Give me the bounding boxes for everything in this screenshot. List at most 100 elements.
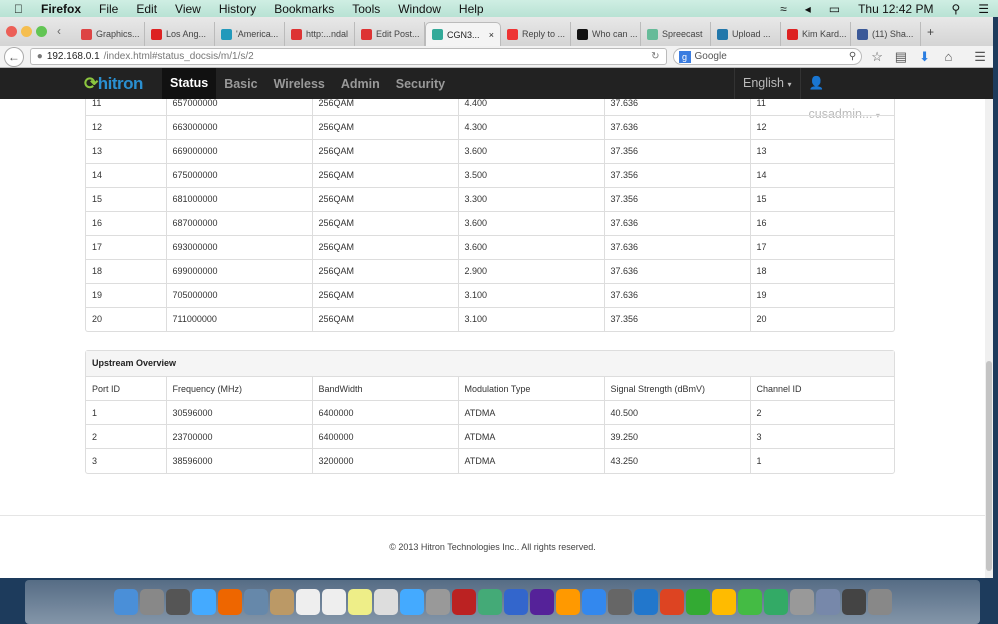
tab-5[interactable]: CGN3... × [425, 22, 501, 46]
tab-11[interactable]: (11) Sha... [851, 22, 921, 46]
dock-app-icon[interactable] [633, 589, 658, 615]
menu-icon[interactable]: ☰ [971, 49, 989, 65]
column-header: Channel ID [749, 376, 894, 401]
back-button[interactable]: ← [4, 46, 24, 67]
dock-app-icon[interactable] [841, 589, 866, 615]
menu-edit[interactable]: Edit [127, 2, 166, 16]
zoom-window-button[interactable] [36, 26, 47, 37]
table-cell: 256QAM [311, 306, 458, 331]
menu-view[interactable]: View [166, 2, 210, 16]
dock-app-icon[interactable] [737, 589, 762, 615]
tab-0[interactable]: Graphics... [75, 22, 145, 46]
menu-history[interactable]: History [210, 2, 265, 16]
dock-app-icon[interactable] [191, 589, 216, 615]
tab-1[interactable]: Los Ang... [145, 22, 215, 46]
tab-2[interactable]: 'America... [215, 22, 285, 46]
nav-admin[interactable]: Admin [333, 77, 388, 91]
tab-10[interactable]: Kim Kard... [781, 22, 851, 46]
minimize-window-button[interactable] [21, 26, 32, 37]
menu-tools[interactable]: Tools [343, 2, 389, 16]
dock-app-icon[interactable] [867, 589, 892, 615]
dock-app-icon[interactable] [503, 589, 528, 615]
dock-app-icon[interactable] [139, 589, 164, 615]
user-dropdown[interactable]: 👤 cusadmin... ▾ [799, 68, 896, 121]
dock-app-icon[interactable] [269, 589, 294, 615]
tab-scroll-left-icon[interactable]: ‹ [55, 24, 75, 46]
dock-app-icon[interactable] [165, 589, 190, 615]
apple-icon[interactable]:  [0, 2, 32, 16]
menu-file[interactable]: File [90, 2, 127, 16]
volume-icon[interactable]: ◂ [796, 2, 820, 16]
dock-app-icon[interactable] [113, 589, 138, 615]
dock-app-icon[interactable] [373, 589, 398, 615]
bookmark-star-icon[interactable]: ☆ [868, 49, 886, 65]
menu-app[interactable]: Firefox [32, 2, 90, 16]
table-cell: 16 [86, 210, 166, 235]
tab-6[interactable]: Reply to ... [501, 22, 571, 46]
url-input[interactable]: ● 192.168.0.1/index.html#status_docsis/m… [29, 48, 667, 65]
tab-bar: ‹ Graphics... Los Ang... 'America... http:.… [0, 17, 993, 46]
home-icon[interactable]: ⌂ [939, 49, 957, 64]
table-cell: 11 [92, 99, 102, 108]
dock-app-icon[interactable] [451, 589, 476, 615]
menu-bookmarks[interactable]: Bookmarks [265, 2, 343, 16]
favicon-icon [717, 28, 728, 40]
spotlight-icon[interactable]: ⚲ [942, 2, 969, 16]
notification-center-icon[interactable]: ☰ [969, 2, 998, 16]
new-tab-button[interactable]: + [921, 25, 940, 46]
search-input[interactable]: g Google ⚲ [672, 48, 863, 65]
table-cell: 2.900 [457, 258, 604, 283]
hitron-logo[interactable]: ⟳hitron [84, 74, 143, 94]
menu-window[interactable]: Window [389, 2, 450, 16]
clock[interactable]: Thu 12:42 PM [849, 2, 942, 16]
nav-security[interactable]: Security [388, 77, 453, 91]
tab-9[interactable]: Upload ... [711, 22, 781, 46]
close-tab-icon[interactable]: × [489, 30, 494, 40]
nav-status[interactable]: Status [162, 68, 217, 99]
dock-app-icon[interactable] [555, 589, 580, 615]
search-icon[interactable]: ⚲ [849, 51, 856, 62]
wifi-icon[interactable]: ≈ [771, 2, 796, 16]
tab-8[interactable]: Spreecast [641, 22, 711, 46]
table-cell: 4.300 [457, 114, 604, 139]
dock-app-icon[interactable] [425, 589, 450, 615]
table-cell: 3.300 [457, 186, 604, 211]
dock-app-icon[interactable] [607, 589, 632, 615]
dock-app-icon[interactable] [347, 589, 372, 615]
battery-icon[interactable]: ▭ [820, 2, 849, 16]
table-cell: 37.636 [603, 282, 750, 307]
menu-help[interactable]: Help [450, 2, 493, 16]
scrollbar[interactable] [985, 99, 993, 578]
scrollbar-thumb[interactable] [986, 361, 992, 571]
dock-app-icon[interactable] [295, 589, 320, 615]
dock-app-icon[interactable] [477, 589, 502, 615]
dock-app-icon[interactable] [659, 589, 684, 615]
google-icon: g [678, 50, 691, 63]
table-cell: 3.500 [457, 162, 604, 187]
dock-app-icon[interactable] [711, 589, 736, 615]
tab-7[interactable]: Who can ... [571, 22, 641, 46]
table-cell: 37.636 [603, 210, 750, 235]
downloads-icon[interactable]: ⬇ [916, 49, 934, 65]
reload-icon[interactable]: ↻ [651, 51, 659, 62]
dock-app-icon[interactable] [789, 589, 814, 615]
dock-app-icon[interactable] [243, 589, 268, 615]
nav-wireless[interactable]: Wireless [266, 77, 333, 91]
browser-window: ‹ Graphics... Los Ang... 'America... http:.… [0, 17, 993, 578]
tab-4[interactable]: Edit Post... [355, 22, 425, 46]
bookmarks-menu-icon[interactable]: ▤ [892, 49, 910, 65]
nav-basic[interactable]: Basic [216, 77, 265, 91]
table-cell: 256QAM [311, 282, 458, 307]
dock-app-icon[interactable] [529, 589, 554, 615]
tab-3[interactable]: http:...ndal [285, 22, 355, 46]
dock-app-icon[interactable] [399, 589, 424, 615]
dock-app-icon[interactable] [217, 589, 242, 615]
dock-app-icon[interactable] [685, 589, 710, 615]
dock-app-icon[interactable] [815, 589, 840, 615]
dock-app-icon[interactable] [763, 589, 788, 615]
language-dropdown[interactable]: English ▾ [734, 68, 800, 99]
table-row: 13 669000000 256QAM 3.600 37.356 13 [86, 138, 894, 163]
close-window-button[interactable] [6, 26, 17, 37]
dock-app-icon[interactable] [581, 589, 606, 615]
dock-app-icon[interactable] [321, 589, 346, 615]
